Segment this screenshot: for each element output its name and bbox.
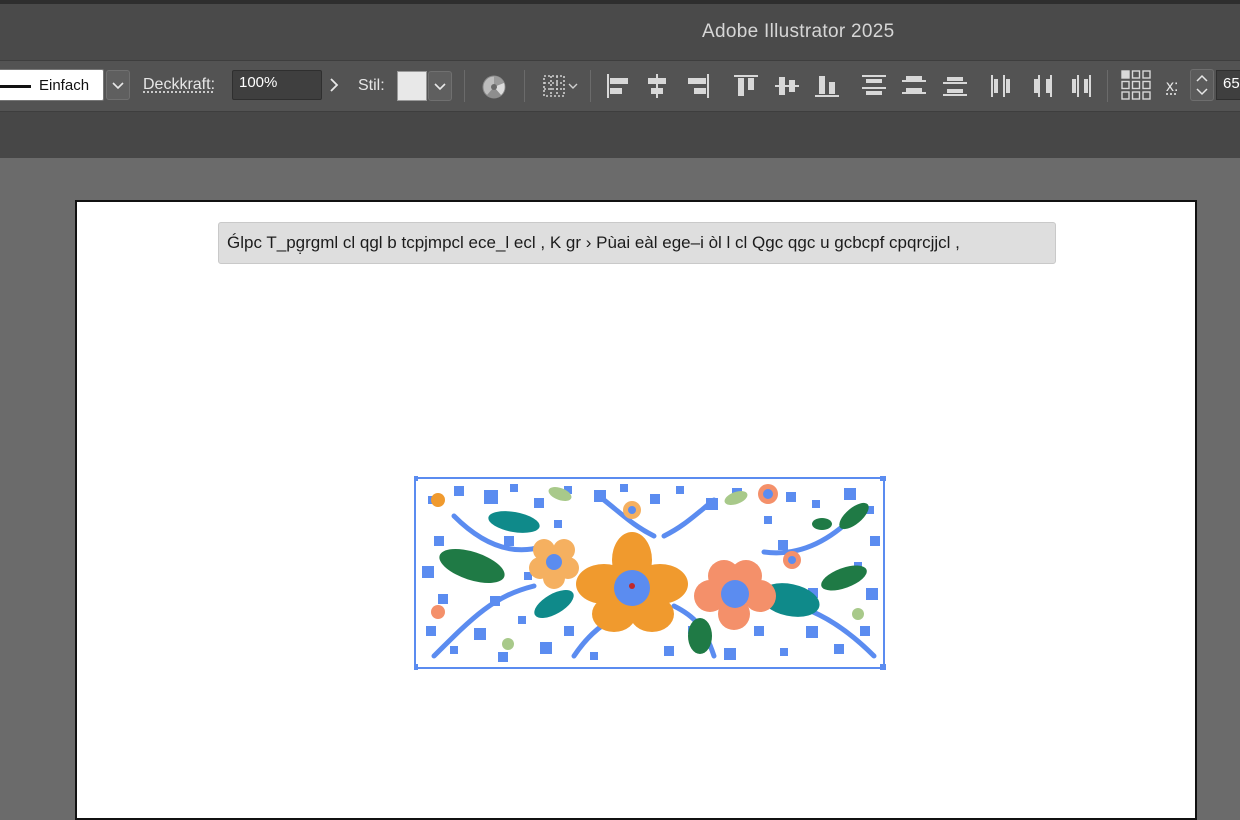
graphic-style-swatch[interactable] [397,71,427,101]
align-hcenter-button[interactable] [643,72,671,105]
distribute-bottom-icon [943,77,967,96]
x-input[interactable]: 65 [1216,70,1240,100]
chevron-right-icon [330,78,339,92]
divider [464,70,465,102]
align-vcenter-icon [775,77,799,95]
chevron-down-icon [434,83,446,91]
x-stepper[interactable] [1190,69,1214,101]
divider [590,70,591,102]
distribute-hcenter-button[interactable] [1029,72,1057,105]
stroke-style-dropdown-button[interactable] [106,70,130,100]
stroke-style-select[interactable]: Einfach [0,69,104,101]
align-bottom-button[interactable] [813,72,841,105]
stroke-style-label: Einfach [39,77,90,94]
reference-point-selector[interactable] [1120,69,1152,106]
x-label[interactable]: x: [1166,78,1178,96]
distribute-vcenter-icon [902,76,926,94]
distribute-left-icon [991,75,1010,97]
align-hcenter-icon [648,74,666,98]
grid-icon [543,75,578,97]
canvas-banner-text: Ǵlpc T_pg̣rgml cl qgl b tcpjmpcl ece_l e… [218,222,1056,264]
reference-point-icon [1121,70,1151,100]
distribute-right-button[interactable] [1068,72,1096,105]
align-bottom-icon [815,76,839,97]
recolor-icon [482,75,506,99]
graphic-style-dropdown-button[interactable] [428,71,452,101]
distribute-vcenter-button[interactable] [900,72,928,105]
chevron-down-icon [112,82,124,90]
distribute-bottom-button[interactable] [941,72,969,105]
stepper-icon [1196,74,1208,96]
app-title: Adobe Illustrator 2025 [702,21,895,42]
align-right-button[interactable] [684,72,712,105]
divider [1107,70,1108,102]
document-tab-strip [0,112,1240,158]
align-top-icon [734,75,758,96]
stroke-line-preview [0,85,31,88]
opacity-input[interactable]: 100% [232,70,322,100]
align-left-button[interactable] [604,72,632,105]
recolor-artwork-button[interactable] [480,73,508,106]
distribute-right-icon [1072,75,1091,97]
distribute-top-button[interactable] [860,72,888,105]
align-to-grid-button[interactable] [542,73,582,104]
divider [524,70,525,102]
window-titlebar: Adobe Illustrator 2025 [0,0,1240,60]
align-right-icon [688,74,709,98]
opacity-label[interactable]: Deckkraft: [143,76,215,94]
flower-salmon [694,560,776,630]
align-top-button[interactable] [732,72,760,105]
distribute-hcenter-icon [1034,75,1052,97]
distribute-left-button[interactable] [988,72,1016,105]
opacity-more-button[interactable] [327,74,341,101]
style-label: Stil: [358,77,385,94]
align-vcenter-button[interactable] [773,72,801,105]
flower-small-light [529,539,579,589]
flower-large-orange [576,532,688,632]
floral-artwork-selection[interactable] [414,476,886,670]
distribute-top-icon [862,75,886,95]
align-left-icon [607,74,628,98]
